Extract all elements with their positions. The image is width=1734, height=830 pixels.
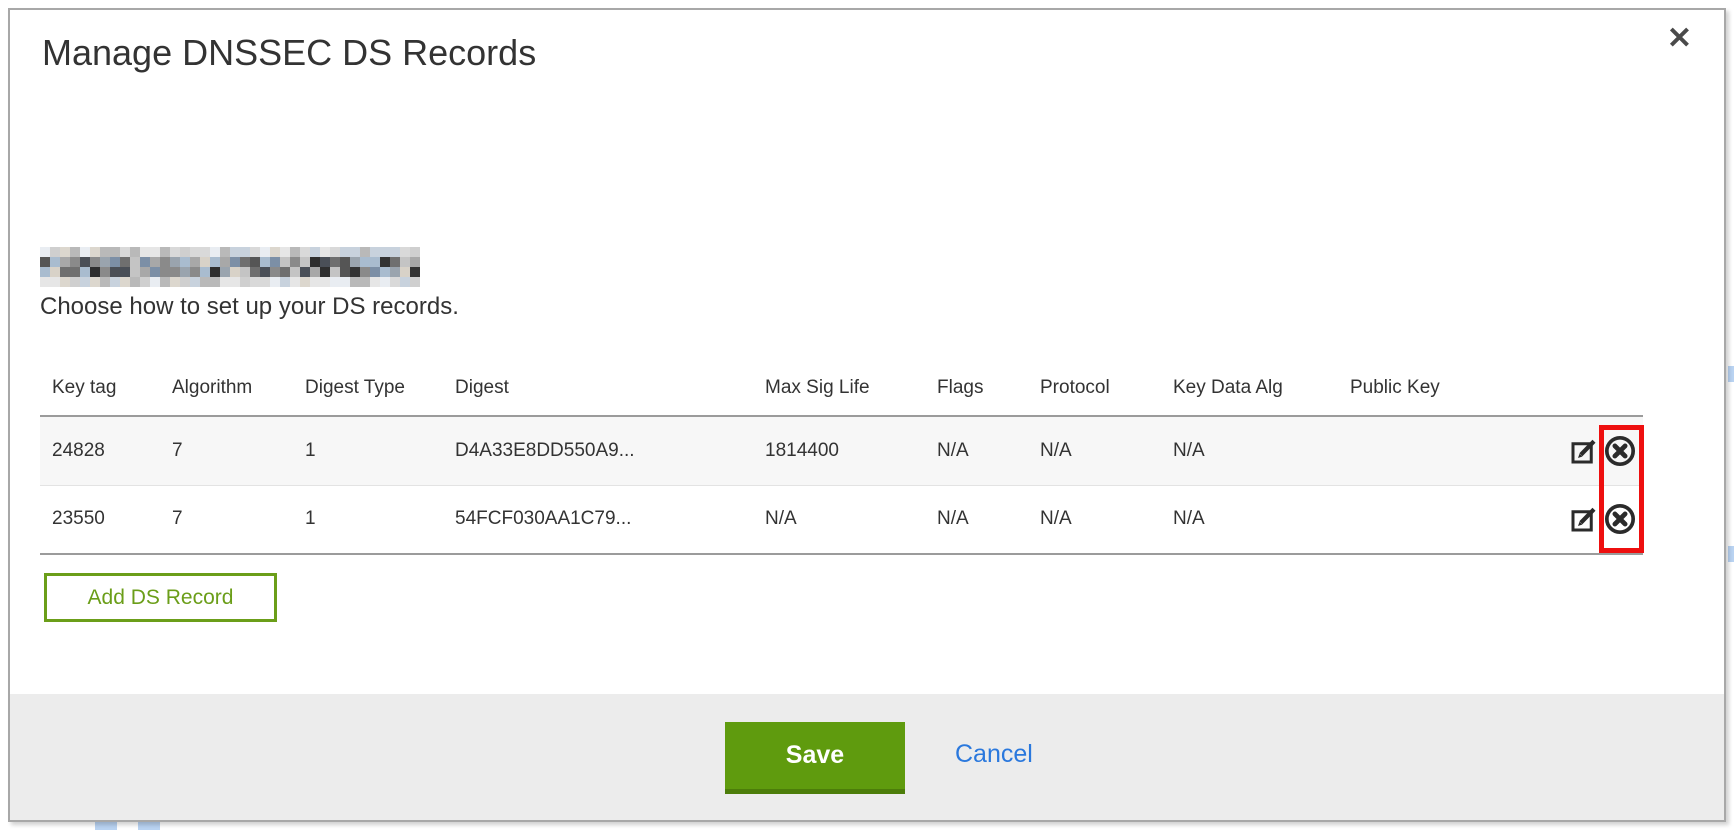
- background-artifact: [1728, 546, 1734, 562]
- close-icon[interactable]: ✕: [1667, 24, 1692, 54]
- table-row: 24828 7 1 D4A33E8DD550A9... 1814400 N/A …: [40, 416, 1643, 485]
- cell-digest-type: 1: [293, 416, 443, 485]
- col-header-public-key: Public Key: [1338, 360, 1548, 416]
- cell-algorithm: 7: [160, 485, 293, 554]
- col-header-algorithm: Algorithm: [160, 360, 293, 416]
- manage-dnssec-dialog: Manage DNSSEC DS Records ✕ Choose how to…: [8, 8, 1726, 822]
- cell-flags: N/A: [925, 485, 1028, 554]
- col-header-digest-type: Digest Type: [293, 360, 443, 416]
- cell-actions: [1548, 485, 1643, 554]
- delete-circle-icon: [1603, 434, 1637, 468]
- cell-digest: D4A33E8DD550A9...: [443, 416, 753, 485]
- cell-protocol: N/A: [1028, 485, 1161, 554]
- delete-record-button[interactable]: [1603, 434, 1637, 468]
- cell-flags: N/A: [925, 416, 1028, 485]
- dialog-title: Manage DNSSEC DS Records: [42, 32, 536, 74]
- table-header-row: Key tag Algorithm Digest Type Digest Max…: [40, 360, 1643, 416]
- edit-icon: [1569, 504, 1599, 534]
- edit-record-button[interactable]: [1569, 504, 1599, 534]
- col-header-key-tag: Key tag: [40, 360, 160, 416]
- cell-key-tag: 24828: [40, 416, 160, 485]
- cell-max-sig-life: N/A: [753, 485, 925, 554]
- redacted-domain: [40, 247, 420, 287]
- cell-key-data-alg: N/A: [1161, 485, 1338, 554]
- cell-public-key: [1338, 416, 1548, 485]
- col-header-key-data-alg: Key Data Alg: [1161, 360, 1338, 416]
- edit-icon: [1569, 436, 1599, 466]
- save-button[interactable]: Save: [725, 722, 905, 794]
- col-header-protocol: Protocol: [1028, 360, 1161, 416]
- cancel-link[interactable]: Cancel: [955, 740, 1033, 769]
- delete-circle-icon: [1603, 502, 1637, 536]
- cell-actions: [1548, 416, 1643, 485]
- cell-public-key: [1338, 485, 1548, 554]
- delete-record-button[interactable]: [1603, 502, 1637, 536]
- cell-digest: 54FCF030AA1C79...: [443, 485, 753, 554]
- col-header-max-sig-life: Max Sig Life: [753, 360, 925, 416]
- cell-key-tag: 23550: [40, 485, 160, 554]
- cell-digest-type: 1: [293, 485, 443, 554]
- add-ds-record-button[interactable]: Add DS Record: [44, 573, 277, 622]
- col-header-digest: Digest: [443, 360, 753, 416]
- dialog-footer: Save Cancel: [10, 694, 1724, 820]
- background-artifact: [1728, 366, 1734, 382]
- cell-protocol: N/A: [1028, 416, 1161, 485]
- edit-record-button[interactable]: [1569, 436, 1599, 466]
- ds-records-table: Key tag Algorithm Digest Type Digest Max…: [40, 360, 1643, 555]
- cell-algorithm: 7: [160, 416, 293, 485]
- col-header-actions: [1548, 360, 1643, 416]
- table-row: 23550 7 1 54FCF030AA1C79... N/A N/A N/A …: [40, 485, 1643, 554]
- col-header-flags: Flags: [925, 360, 1028, 416]
- instruction-text: Choose how to set up your DS records.: [40, 293, 459, 321]
- cell-key-data-alg: N/A: [1161, 416, 1338, 485]
- cell-max-sig-life: 1814400: [753, 416, 925, 485]
